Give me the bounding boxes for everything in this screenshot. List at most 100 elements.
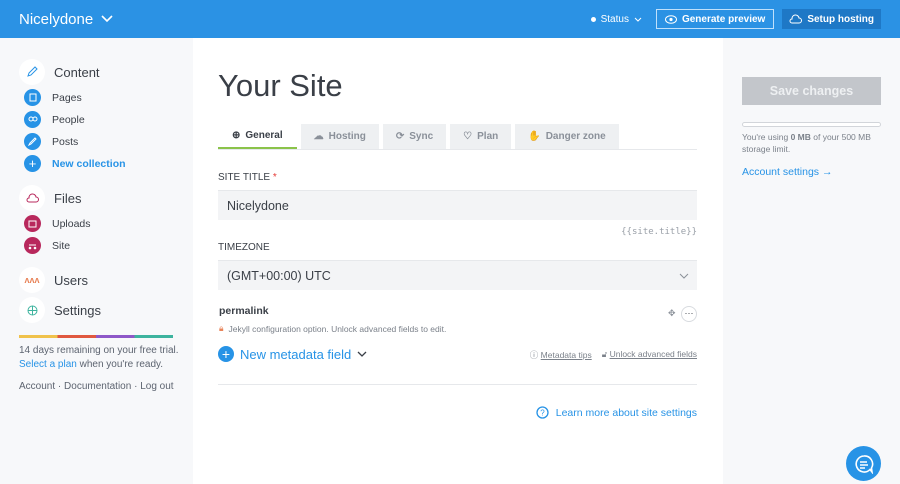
cloud-icon: ☁ [313, 131, 324, 142]
settings-tabs: ⊕ General ☁ Hosting ⟳ Sync ♡ Plan ✋ Danger zo… [218, 124, 697, 150]
tab-label: Sync [409, 131, 434, 142]
metadata-tips-text: Metadata tips [540, 350, 592, 360]
globe-icon [19, 297, 45, 323]
status-dot-icon [590, 16, 596, 22]
sidebar-section-files[interactable]: Files [19, 185, 81, 211]
status-label: Status [600, 13, 629, 25]
move-icon[interactable]: ✥ [668, 308, 676, 319]
tab-label: Plan [477, 131, 499, 142]
chevron-down-icon [634, 17, 642, 22]
sidebar-item-site[interactable]: Site [24, 237, 70, 254]
sidebar-item-label: Uploads [52, 217, 91, 230]
svg-text:?: ? [540, 409, 545, 418]
site-tree-icon [24, 237, 41, 254]
site-title-input[interactable]: Nicelydone [218, 190, 697, 220]
footer-links: Account · Documentation · Log out [19, 381, 174, 392]
sidebar-section-label: Users [54, 272, 88, 288]
help-circle-icon: ? [536, 406, 549, 419]
page-icon [24, 89, 41, 106]
cloud-upload-icon [789, 14, 803, 24]
setup-hosting-button[interactable]: Setup hosting [782, 9, 881, 29]
tab-hosting[interactable]: ☁ Hosting [300, 124, 379, 149]
tab-label: Danger zone [545, 131, 606, 142]
trial-suffix: when you're ready. [76, 359, 164, 370]
timezone-label: TIMEZONE [218, 242, 270, 253]
new-metadata-field-button[interactable]: + New metadata field [218, 346, 367, 362]
tab-label: Hosting [328, 131, 366, 142]
top-bar: Nicelydone Status Generate preview Setup… [0, 0, 900, 38]
permalink-note: 🔒︎ Jekyll configuration option. Unlock ad… [219, 323, 446, 334]
sidebar-item-label: People [52, 113, 85, 126]
timezone-select[interactable]: (GMT+00:00) UTC [218, 260, 697, 290]
sidebar-item-posts[interactable]: Posts [24, 133, 78, 150]
trial-progress-divider [19, 335, 173, 338]
page-title: Your Site [218, 68, 343, 103]
unlock-advanced-link[interactable]: 🔓︎ Unlock advanced fields [602, 349, 697, 361]
sidebar-section-label: Settings [54, 302, 101, 318]
sidebar-item-label: New collection [52, 157, 126, 170]
new-metadata-label: New metadata field [240, 346, 352, 362]
metadata-links: ⓘ Metadata tips 🔓︎ Unlock advanced fields [530, 349, 697, 361]
sync-icon: ⟳ [395, 131, 405, 142]
storage-usage-bar [742, 122, 881, 127]
usage-prefix: You're using [742, 132, 791, 142]
metadata-tips-link[interactable]: ⓘ Metadata tips [530, 349, 592, 361]
pencil-icon [24, 133, 41, 150]
users-icon: ᴧᴧᴧ [19, 267, 45, 293]
site-title-value: Nicelydone [227, 198, 289, 213]
site-title-label-text: SITE TITLE [218, 172, 271, 183]
tab-label: General [245, 130, 283, 141]
plus-icon: + [24, 155, 41, 172]
sidebar-section-content[interactable]: Content [19, 59, 100, 85]
people-icon [24, 111, 41, 128]
sidebar-section-label: Content [54, 64, 100, 80]
save-changes-button[interactable]: Save changes [742, 77, 881, 105]
chat-button[interactable] [846, 446, 881, 481]
trial-text: 14 days remaining on your free trial. [19, 345, 179, 356]
site-title-variable-hint: {{site.title}} [621, 227, 697, 237]
generate-preview-button[interactable]: Generate preview [655, 9, 775, 29]
heart-icon: ♡ [463, 131, 473, 142]
logout-link[interactable]: Log out [140, 381, 173, 392]
trial-notice: 14 days remaining on your free trial. Sel… [19, 344, 179, 372]
lock-icon: 🔒︎ [219, 323, 224, 333]
sidebar: Content Pages People Posts + New collecti… [0, 38, 193, 484]
usage-amount: 0 MB [790, 132, 811, 142]
sidebar-section-settings[interactable]: Settings [19, 297, 101, 323]
tab-general[interactable]: ⊕ General [218, 124, 297, 149]
storage-usage-text: You're using 0 MB of your 500 MB storage… [742, 131, 892, 155]
status-dropdown[interactable]: Status [590, 13, 642, 25]
required-marker: * [272, 172, 277, 183]
tab-danger-zone[interactable]: ✋ Danger zone [515, 124, 619, 149]
sidebar-section-users[interactable]: ᴧᴧᴧ Users [19, 267, 88, 293]
generate-preview-label: Generate preview [681, 13, 766, 25]
chevron-down-icon [101, 15, 113, 23]
pencil-icon [19, 59, 45, 85]
sidebar-item-pages[interactable]: Pages [24, 89, 82, 106]
main-content: Your Site ⊕ General ☁ Hosting ⟳ Sync ♡ Plan … [193, 38, 723, 484]
learn-more-link[interactable]: ? Learn more about site settings [536, 406, 697, 419]
cloud-upload-icon [19, 185, 45, 211]
setup-hosting-label: Setup hosting [807, 13, 874, 25]
chat-bubble-icon [854, 454, 873, 474]
account-link[interactable]: Account [19, 381, 55, 392]
separator: · [134, 381, 138, 392]
select-plan-link[interactable]: Select a plan [19, 359, 77, 370]
site-switcher[interactable]: Nicelydone [19, 11, 113, 28]
tab-sync[interactable]: ⟳ Sync [382, 124, 447, 149]
image-icon [24, 215, 41, 232]
account-settings-link[interactable]: Account settings → [742, 166, 832, 178]
sidebar-section-label: Files [54, 190, 82, 206]
sidebar-item-people[interactable]: People [24, 111, 85, 128]
sidebar-item-label: Pages [52, 91, 82, 104]
more-options-button[interactable]: ··· [681, 306, 697, 322]
documentation-link[interactable]: Documentation [64, 381, 131, 392]
chevron-down-icon [357, 351, 367, 357]
permalink-label: permalink [219, 305, 269, 317]
sidebar-item-new-collection[interactable]: + New collection [24, 155, 126, 172]
separator: · [57, 381, 62, 392]
eye-icon [664, 14, 677, 24]
sidebar-item-uploads[interactable]: Uploads [24, 215, 91, 232]
tab-plan[interactable]: ♡ Plan [450, 124, 512, 149]
permalink-note-text: Jekyll configuration option. Unlock adva… [228, 323, 447, 334]
